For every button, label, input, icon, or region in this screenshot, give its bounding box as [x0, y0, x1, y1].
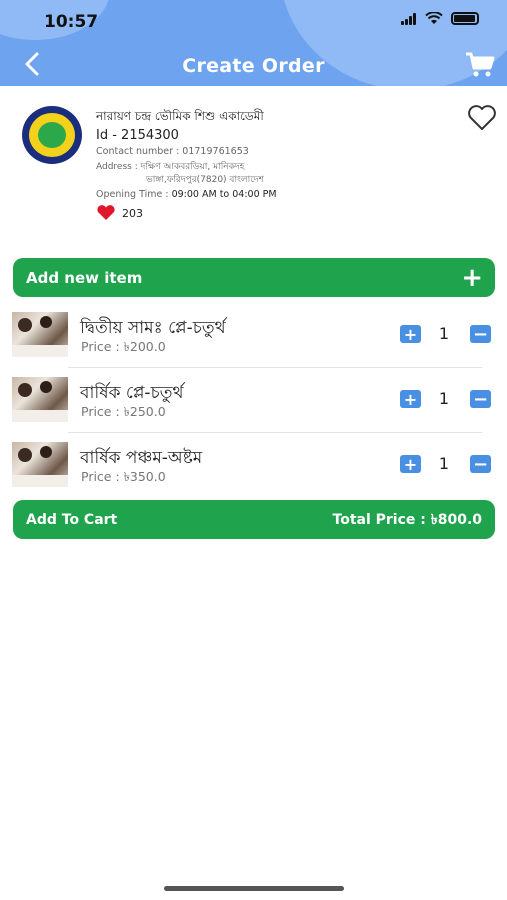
add-to-cart-label: Add To Cart — [26, 511, 118, 528]
app-header: 10:57 Create Order — [0, 0, 507, 86]
add-to-cart-button[interactable]: Add To Cart Total Price : ৳800.0 — [13, 500, 495, 539]
likes: 203 — [96, 205, 143, 221]
address-line-2: ভাঙ্গা,ফরিদপুর(7820) বাংলাদেশ — [146, 175, 264, 185]
page-title: Create Order — [182, 55, 325, 77]
divider — [68, 432, 482, 433]
increase-quantity-button[interactable]: + — [400, 390, 421, 409]
item-price: Price : ৳250.0 — [81, 404, 166, 419]
wifi-icon — [425, 12, 443, 24]
add-new-item-button[interactable]: Add new item + — [13, 258, 495, 297]
home-indicator[interactable] — [164, 886, 344, 891]
item-thumbnail — [12, 312, 68, 357]
status-icons — [401, 12, 479, 25]
item-price: Price : ৳200.0 — [81, 339, 166, 354]
address-label: Address : — [96, 162, 141, 172]
shop-contact: Contact number : 01719761653 — [96, 146, 249, 157]
item-thumbnail — [12, 442, 68, 487]
item-quantity: 1 — [438, 454, 450, 473]
item-quantity: 1 — [438, 324, 450, 343]
item-quantity: 1 — [438, 389, 450, 408]
heart-outline-icon[interactable] — [467, 104, 497, 132]
decrease-quantity-button[interactable]: − — [470, 389, 491, 410]
divider — [68, 367, 482, 368]
order-item: দ্বিতীয় সামঃ প্লে-চতুর্থ Price : ৳200.0… — [12, 312, 495, 370]
increase-quantity-button[interactable]: + — [400, 455, 421, 474]
plus-icon: + — [461, 262, 483, 293]
address-line-1: দক্ষিণ আকবরডিয়া, মানিকদহ — [140, 162, 245, 172]
shop-info: নারায়ণ চন্দ্র ভৌমিক শিশু একাডেমী Id - 2… — [0, 98, 507, 228]
order-item: বার্ষিক প্লে-চতুর্থ Price : ৳250.0 + 1 − — [12, 377, 495, 435]
shop-id: Id - 2154300 — [96, 128, 179, 143]
opening-value: 09:00 AM to 04:00 PM — [171, 189, 277, 200]
status-time: 10:57 — [44, 12, 99, 32]
cart-icon[interactable] — [465, 52, 495, 78]
increase-quantity-button[interactable]: + — [400, 325, 421, 344]
total-price: Total Price : ৳800.0 — [332, 511, 482, 528]
battery-icon — [451, 12, 479, 25]
decrease-quantity-button[interactable]: − — [470, 324, 491, 345]
shop-address: Address : দক্ষিণ আকবরডিয়া, মানিকদহ ভাঙ্… — [96, 161, 264, 187]
item-price: Price : ৳350.0 — [81, 469, 166, 484]
opening-time: Opening Time : 09:00 AM to 04:00 PM — [96, 189, 277, 200]
heart-filled-icon — [97, 205, 115, 220]
shop-name: নারায়ণ চন্দ্র ভৌমিক শিশু একাডেমী — [96, 109, 264, 123]
likes-count: 203 — [122, 206, 143, 220]
signal-icon — [401, 12, 417, 25]
item-thumbnail — [12, 377, 68, 422]
decrease-quantity-button[interactable]: − — [470, 454, 491, 475]
order-item: বার্ষিক পঞ্চম-অষ্টম Price : ৳350.0 + 1 − — [12, 442, 495, 500]
add-new-item-label: Add new item — [26, 268, 143, 287]
opening-label: Opening Time : — [96, 189, 172, 200]
shop-logo — [22, 106, 82, 164]
